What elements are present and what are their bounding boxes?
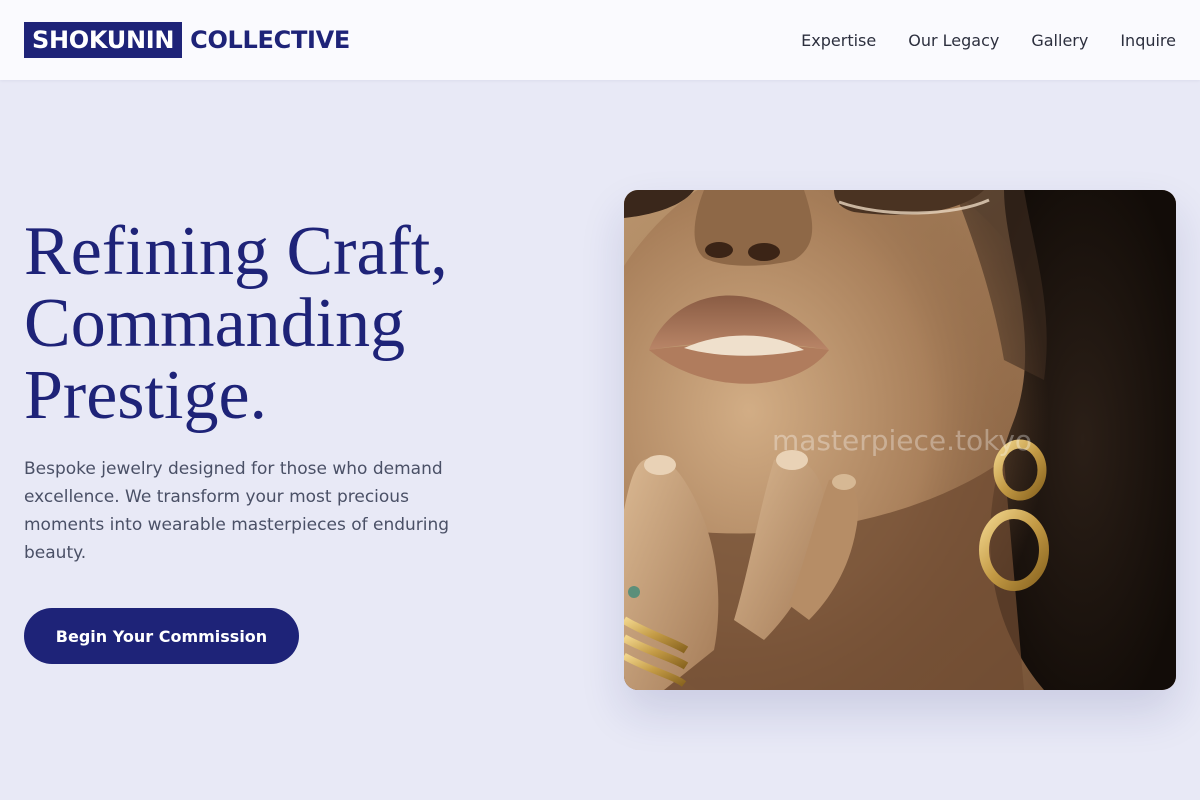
logo-text: COLLECTIVE — [190, 26, 351, 54]
nav-item-gallery[interactable]: Gallery — [1031, 31, 1088, 50]
hero-title-line: Commanding — [24, 285, 406, 362]
nav-item-our-legacy[interactable]: Our Legacy — [908, 31, 999, 50]
begin-commission-button[interactable]: Begin Your Commission — [24, 608, 299, 664]
hero-title-line: Refining Craft, — [24, 213, 448, 290]
hero-title: Refining Craft, Commanding Prestige. — [24, 216, 544, 432]
hero-image: masterpiece.tokyo — [624, 190, 1176, 690]
nav-item-inquire[interactable]: Inquire — [1120, 31, 1176, 50]
hero-title-line: Prestige. — [24, 357, 268, 434]
main-nav: Expertise Our Legacy Gallery Inquire — [769, 0, 1176, 80]
logo-box: SHOKUNIN — [24, 22, 183, 58]
hero-description: Bespoke jewelry designed for those who d… — [24, 459, 450, 563]
site-header: SHOKUNIN COLLECTIVE Expertise Our Legacy… — [0, 0, 1200, 80]
image-watermark: masterpiece.tokyo — [772, 424, 1033, 457]
brand-logo[interactable]: SHOKUNIN COLLECTIVE — [24, 22, 350, 58]
nav-item-expertise[interactable]: Expertise — [801, 31, 876, 50]
